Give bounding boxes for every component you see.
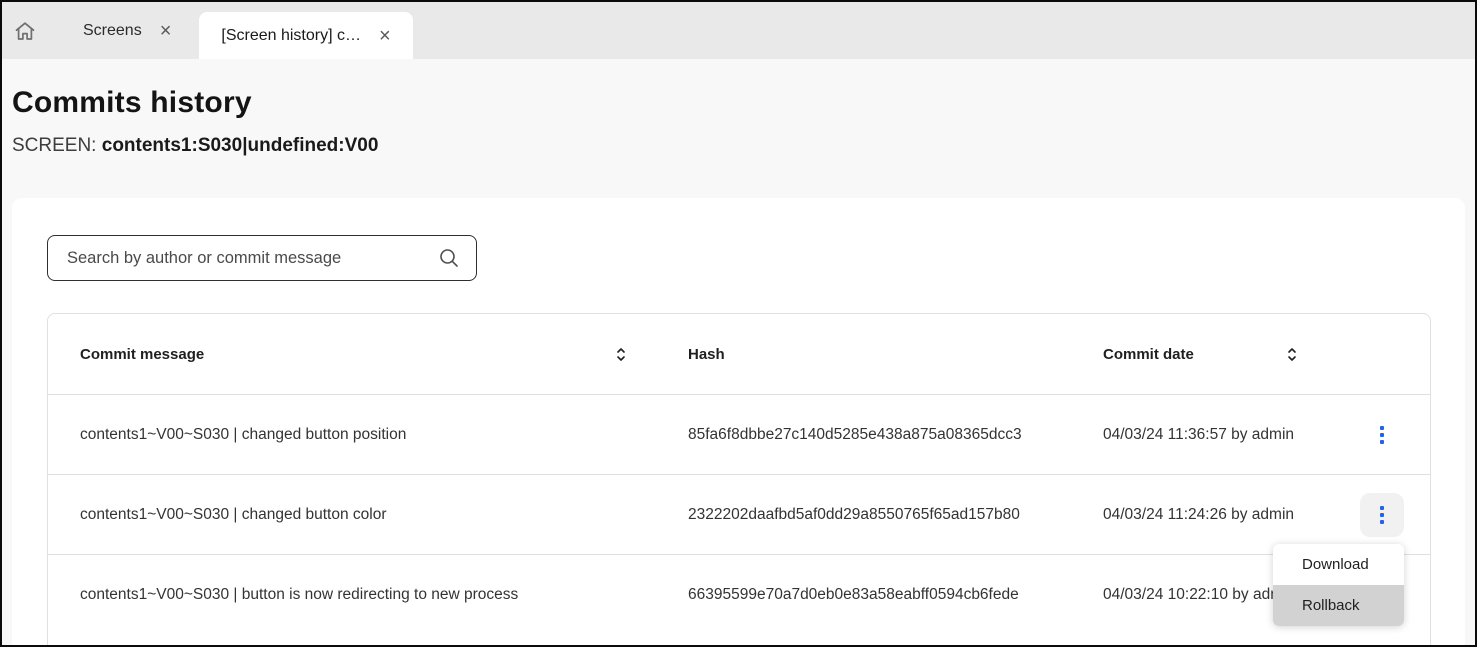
- commits-table: Commit message Hash Commit date: [47, 313, 1431, 647]
- close-icon[interactable]: ×: [379, 26, 391, 46]
- home-icon: [13, 19, 37, 43]
- commit-message-cell: contents1~V00~S030 | button is now redir…: [80, 586, 688, 604]
- page-title: Commits history: [12, 85, 1465, 121]
- tab-bar: Screens × [Screen history] c… ×: [2, 2, 1475, 59]
- commit-message-cell: contents1~V00~S030 | changed button colo…: [80, 506, 688, 524]
- kebab-menu-icon: [1380, 426, 1384, 444]
- search-box: [47, 235, 477, 281]
- tab-screens[interactable]: Screens ×: [61, 2, 193, 59]
- column-label: Commit message: [80, 346, 204, 363]
- hash-cell: 66395599e70a7d0eb0e83a58eabff0594cb6fede: [688, 586, 1103, 604]
- hash-cell: 2322202daafbd5af0dd29a8550765f65ad157b80: [688, 506, 1103, 524]
- table-row: contents1~V00~S030 | changed button posi…: [48, 394, 1430, 474]
- kebab-menu-icon: [1380, 506, 1384, 524]
- tab-label: [Screen history] c…: [221, 27, 361, 45]
- column-label: Hash: [688, 346, 725, 363]
- tab-screen-history[interactable]: [Screen history] c… ×: [199, 12, 412, 59]
- row-actions-menu: Download Rollback: [1273, 544, 1404, 626]
- commit-date-cell: 04/03/24 11:24:26 by admin: [1103, 506, 1333, 524]
- hash-cell: 85fa6f8dbbe27c140d5285e438a875a08365dcc3: [688, 426, 1103, 444]
- sort-chevrons-icon[interactable]: [614, 347, 628, 362]
- menu-item-download[interactable]: Download: [1273, 544, 1404, 585]
- table-header-row: Commit message Hash Commit date: [48, 314, 1430, 394]
- search-input[interactable]: [65, 248, 437, 269]
- screen-value: contents1:S030|undefined:V00: [102, 135, 379, 156]
- table-row: contents1~V00~S030 | button is now redir…: [48, 554, 1430, 634]
- row-actions-kebab-button[interactable]: [1360, 413, 1404, 457]
- page-header: Commits history SCREEN: contents1:S030|u…: [2, 59, 1475, 198]
- column-header-hash: Hash: [688, 346, 1103, 363]
- menu-item-rollback[interactable]: Rollback: [1273, 585, 1404, 626]
- column-label: Commit date: [1103, 346, 1194, 363]
- close-icon[interactable]: ×: [160, 21, 172, 41]
- app-window: Screens × [Screen history] c… × Commits …: [0, 0, 1477, 647]
- row-actions-kebab-button-open[interactable]: [1360, 493, 1404, 537]
- table-row: contents1~V00~S030 | changed button colo…: [48, 474, 1430, 554]
- search-icon[interactable]: [437, 246, 461, 270]
- tab-label: Screens: [83, 22, 142, 40]
- screen-label: SCREEN:: [12, 135, 96, 156]
- content-card: Commit message Hash Commit date: [12, 198, 1465, 647]
- commit-date-cell: 04/03/24 11:36:57 by admin: [1103, 426, 1333, 444]
- commit-message-cell: contents1~V00~S030 | changed button posi…: [80, 426, 688, 444]
- column-header-commit-date[interactable]: Commit date: [1103, 346, 1333, 363]
- sort-chevrons-icon[interactable]: [1285, 347, 1299, 362]
- home-button[interactable]: [13, 2, 37, 59]
- screen-subtitle: SCREEN: contents1:S030|undefined:V00: [12, 133, 1465, 159]
- column-header-commit-message[interactable]: Commit message: [80, 346, 688, 363]
